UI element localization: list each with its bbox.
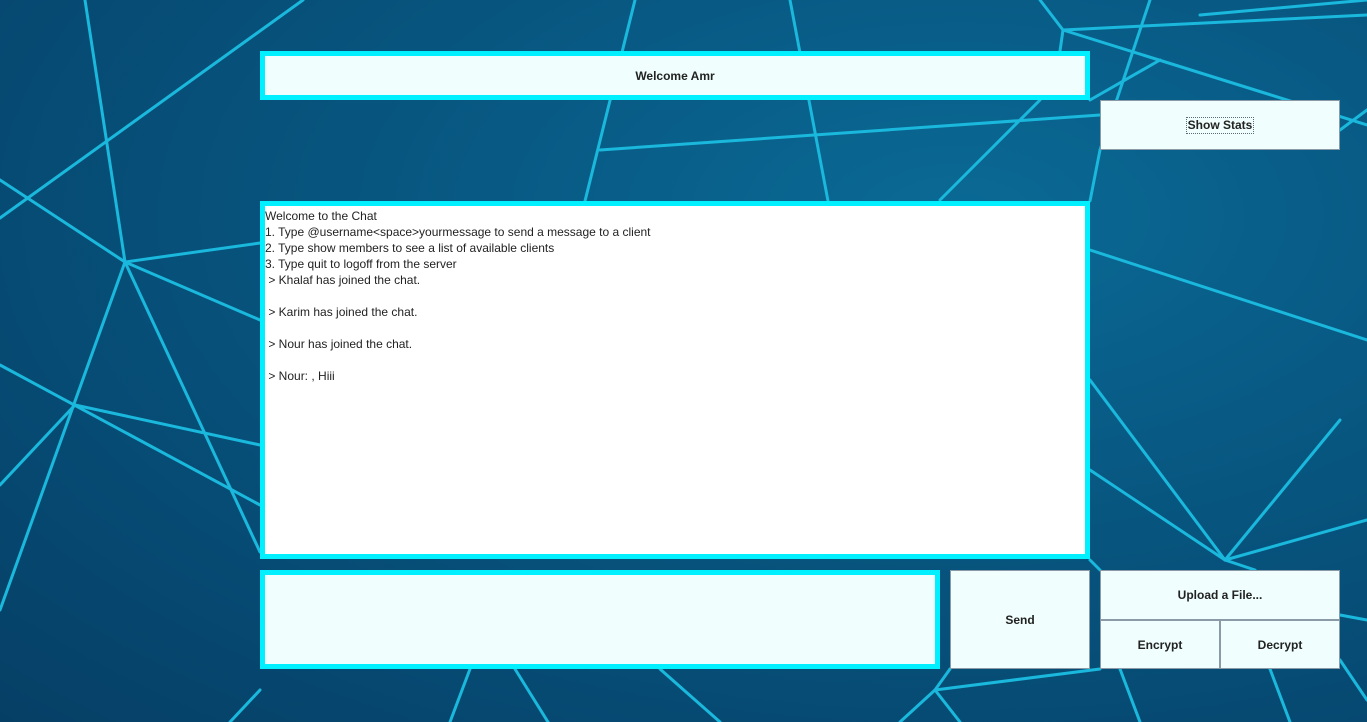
welcome-banner: Welcome Amr [260,51,1090,100]
chat-line: > Karim has joined the chat. [265,305,418,319]
show-stats-button[interactable]: Show Stats [1100,100,1340,150]
chat-line: Welcome to the Chat [265,209,377,223]
send-label: Send [1005,612,1035,627]
chat-line [265,320,1085,336]
chat-line [265,288,1085,304]
chat-line [265,352,1085,368]
chat-line: 2. Type show members to see a list of av… [265,241,555,255]
welcome-text: Welcome Amr [635,68,715,83]
chat-line: > Nour has joined the chat. [265,337,413,351]
upload-file-button[interactable]: Upload a File... [1100,570,1340,620]
chat-line: > Nour: , Hiii [265,369,335,383]
show-stats-label: Show Stats [1185,116,1255,134]
send-button[interactable]: Send [950,570,1090,669]
encrypt-button[interactable]: Encrypt [1100,620,1220,669]
chat-line: 3. Type quit to logoff from the server [265,257,457,271]
encrypt-label: Encrypt [1137,637,1183,652]
chat-line: 1. Type @username<space>yourmessage to s… [265,225,651,239]
decrypt-button[interactable]: Decrypt [1220,620,1340,669]
upload-label: Upload a File... [1177,588,1263,602]
message-input[interactable] [260,570,940,669]
decrypt-label: Decrypt [1257,637,1303,652]
chat-log[interactable]: Welcome to the Chat 1. Type @username<sp… [260,201,1090,559]
chat-line: > Khalaf has joined the chat. [265,273,421,287]
